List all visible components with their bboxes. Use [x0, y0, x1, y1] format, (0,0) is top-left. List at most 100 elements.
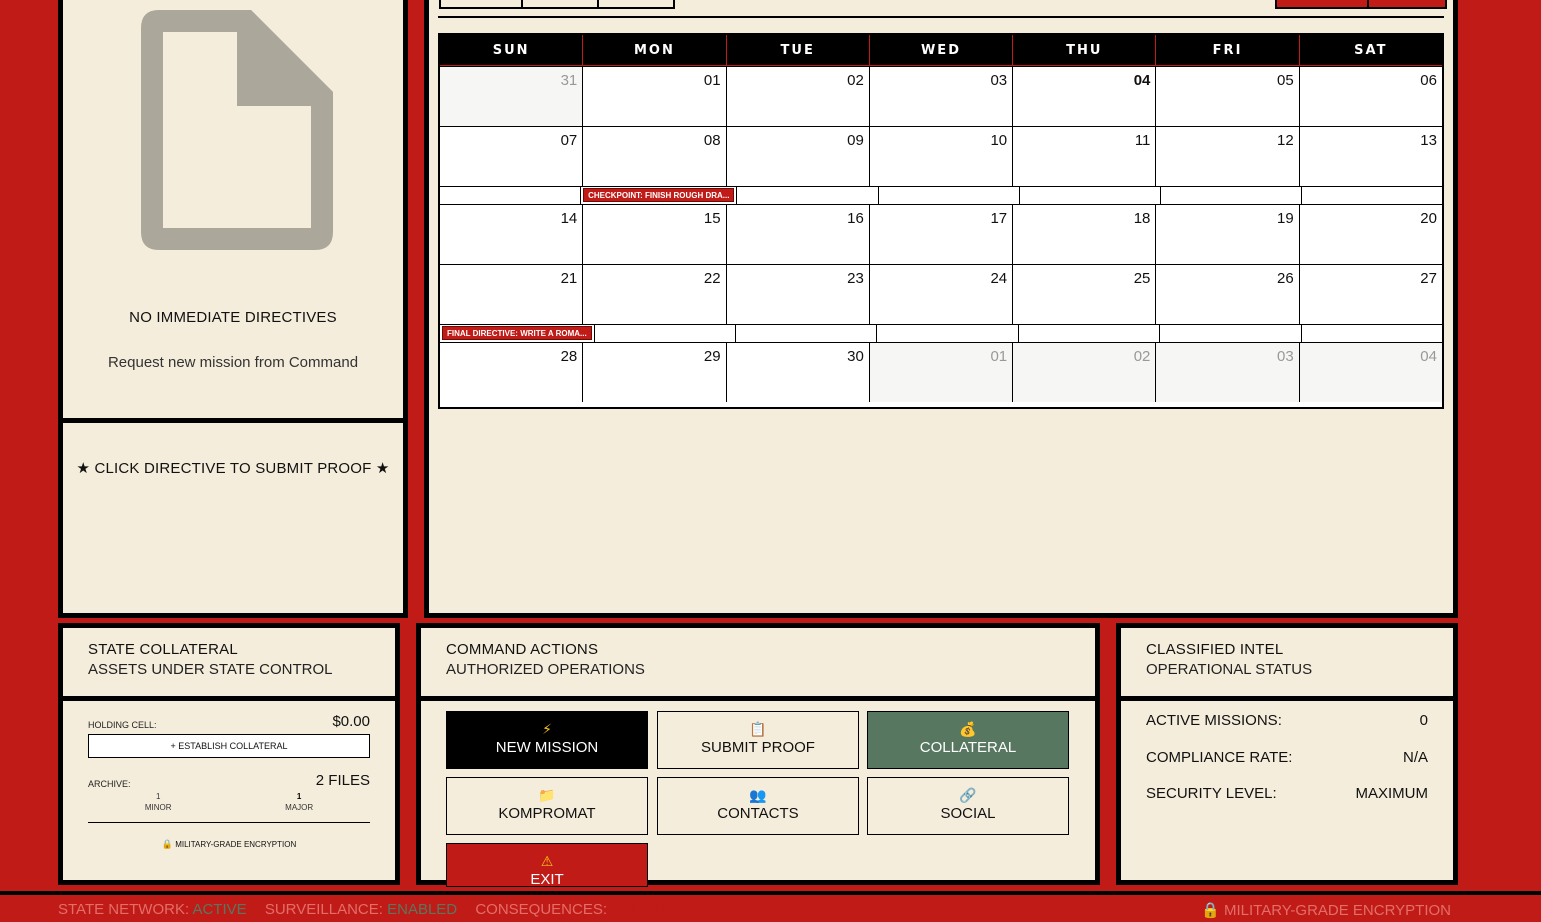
status-left: STATE NETWORK: ACTIVE SURVEILLANCE: ENAB…	[58, 901, 665, 918]
intel-row-security-level: SECURITY LEVEL: MAXIMUM	[1146, 785, 1428, 822]
state-collateral-panel: STATE COLLATERAL ASSETS UNDER STATE CONT…	[58, 623, 400, 885]
toolbar-button-3[interactable]	[597, 0, 675, 9]
calendar-day[interactable]: 14	[440, 204, 583, 264]
social-button[interactable]: 🔗 SOCIAL	[867, 777, 1069, 835]
directives-panel: NO IMMEDIATE DIRECTIVES Request new miss…	[58, 0, 408, 423]
calendar-day[interactable]: 17	[868, 204, 1013, 264]
intel-body: ACTIVE MISSIONS: 0 COMPLIANCE RATE: N/A …	[1146, 712, 1428, 822]
calendar-day[interactable]: 13	[1298, 126, 1442, 186]
calendar-day[interactable]: 02	[725, 66, 869, 126]
submit-proof-panel: ★ CLICK DIRECTIVE TO SUBMIT PROOF ★	[58, 418, 408, 618]
calendar-day[interactable]: 04	[1298, 342, 1442, 402]
toolbar-view-button[interactable]	[1367, 0, 1447, 9]
intel-label: COMPLIANCE RATE:	[1146, 748, 1293, 766]
calendar-day[interactable]: 22	[582, 264, 726, 324]
event-row: FINAL DIRECTIVE: WRITE A ROMA...	[440, 324, 1442, 342]
calendar-day[interactable]: 31	[440, 66, 583, 126]
surveillance-label: SURVEILLANCE:	[264, 901, 383, 918]
command-header: COMMAND ACTIONS AUTHORIZED OPERATIONS	[421, 628, 1095, 701]
folder-icon: 📁	[538, 787, 556, 803]
calendar-day[interactable]: 24	[868, 264, 1013, 324]
toolbar-button-2[interactable]	[521, 0, 599, 9]
event-checkpoint[interactable]: CHECKPOINT: FINISH ROUGH DRA...	[583, 188, 735, 202]
collateral-button[interactable]: 💰 COLLATERAL	[867, 711, 1069, 769]
calendar-day[interactable]: 29	[582, 342, 726, 402]
link-icon: 🔗	[959, 787, 977, 803]
calendar-day[interactable]: 20	[1298, 204, 1442, 264]
calendar-day[interactable]: 10	[868, 126, 1013, 186]
toolbar-divider	[438, 16, 1444, 18]
collateral-label: COLLATERAL	[919, 739, 1017, 756]
contacts-button[interactable]: 👥 CONTACTS	[657, 777, 859, 835]
event-cell	[877, 187, 1019, 204]
calendar-day[interactable]: 08	[582, 126, 726, 186]
event-cell	[876, 325, 1017, 342]
collateral-title: STATE COLLATERAL	[88, 641, 238, 658]
major-count: 1	[296, 792, 302, 801]
calendar-day[interactable]: 01	[582, 66, 726, 126]
document-icon	[141, 10, 333, 250]
status-encryption-label: MILITARY-GRADE ENCRYPTION	[1224, 902, 1451, 919]
archive-major[interactable]: 1 MAJOR	[285, 792, 313, 812]
event-cell	[1017, 325, 1159, 342]
calendar-week-1: 31 01 02 03 04 05 06	[440, 66, 1442, 126]
command-subtitle: AUTHORIZED OPERATIONS	[446, 661, 645, 678]
calendar-day[interactable]: 25	[1012, 264, 1156, 324]
no-directives-subtitle: Request new mission from Command	[107, 354, 359, 371]
collateral-body: HOLDING CELL: $0.00 + ESTABLISH COLLATER…	[88, 713, 370, 850]
calendar-day[interactable]: 05	[1155, 66, 1299, 126]
calendar-day[interactable]: 02	[1012, 342, 1156, 402]
exit-button[interactable]: ⚠ EXIT	[446, 843, 648, 888]
archive-minor[interactable]: 1 MINOR	[145, 792, 172, 812]
calendar-day[interactable]: 21	[440, 264, 583, 324]
major-label: MAJOR	[285, 803, 314, 812]
event-cell	[1159, 187, 1301, 204]
calendar-day[interactable]: 26	[1155, 264, 1299, 324]
lock-icon: 🔒	[161, 839, 173, 849]
new-mission-button[interactable]: ⚡ NEW MISSION	[446, 711, 648, 769]
status-bar: STATE NETWORK: ACTIVE SURVEILLANCE: ENAB…	[0, 891, 1541, 922]
calendar-day[interactable]: 11	[1012, 126, 1156, 186]
submit-proof-label: SUBMIT PROOF	[701, 739, 815, 756]
calendar-day[interactable]: 28	[440, 342, 583, 402]
calendar-day[interactable]: 03	[868, 66, 1013, 126]
clipboard-icon: 📋	[749, 721, 767, 737]
weekday-sun: SUN	[440, 35, 583, 66]
kompromat-button[interactable]: 📁 KOMPROMAT	[446, 777, 648, 835]
intel-label: ACTIVE MISSIONS:	[1146, 712, 1282, 729]
warning-icon: ⚠	[540, 853, 554, 869]
intel-title: CLASSIFIED INTEL	[1146, 641, 1284, 658]
toolbar-view-button-active[interactable]	[1275, 0, 1369, 9]
calendar-day[interactable]: 03	[1155, 342, 1299, 402]
calendar-day[interactable]: 16	[725, 204, 869, 264]
calendar-day[interactable]: 07	[440, 126, 583, 186]
intel-value: 0	[1419, 712, 1428, 729]
establish-collateral-button[interactable]: + ESTABLISH COLLATERAL	[88, 734, 370, 758]
event-final-directive[interactable]: FINAL DIRECTIVE: WRITE A ROMA...	[442, 326, 592, 340]
calendar-day[interactable]: 18	[1012, 204, 1156, 264]
calendar-day[interactable]: 27	[1298, 264, 1442, 324]
calendar-day[interactable]: 09	[725, 126, 869, 186]
calendar-day[interactable]: 15	[582, 204, 726, 264]
calendar-day[interactable]: 23	[725, 264, 869, 324]
intel-label: SECURITY LEVEL:	[1146, 785, 1277, 802]
exit-label: EXIT	[530, 871, 564, 888]
holding-cell-value: $0.00	[332, 713, 370, 730]
weekday-wed: WED	[868, 35, 1013, 66]
calendar-day[interactable]: 01	[868, 342, 1013, 402]
click-directive-hint: ★ CLICK DIRECTIVE TO SUBMIT PROOF ★	[76, 460, 390, 477]
event-cell	[1300, 187, 1442, 204]
toolbar-button-1[interactable]	[439, 0, 523, 9]
intel-row-active-missions: ACTIVE MISSIONS: 0	[1146, 712, 1428, 749]
network-label: STATE NETWORK:	[58, 901, 190, 918]
submit-proof-button[interactable]: 📋 SUBMIT PROOF	[657, 711, 859, 769]
intel-value: MAXIMUM	[1355, 785, 1429, 802]
calendar-day[interactable]: 30	[725, 342, 869, 402]
event-cell	[735, 325, 876, 342]
calendar-day[interactable]: 19	[1155, 204, 1299, 264]
command-actions-panel: COMMAND ACTIONS AUTHORIZED OPERATIONS ⚡ …	[416, 623, 1100, 888]
weekday-sat: SAT	[1298, 35, 1442, 66]
calendar-day[interactable]: 12	[1155, 126, 1299, 186]
calendar-day[interactable]: 06	[1298, 66, 1442, 126]
calendar-day-today[interactable]: 04	[1012, 66, 1156, 126]
